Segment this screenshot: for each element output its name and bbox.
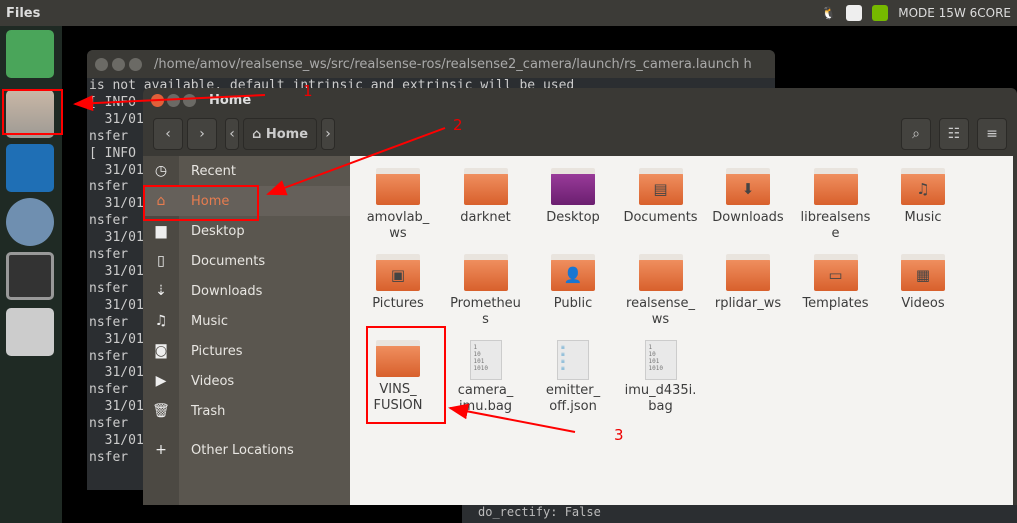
arrow-3 (448, 403, 576, 433)
annotation-overlay (2, 89, 576, 433)
highlight-box-vins (366, 326, 446, 424)
annotation-label: 2 (453, 116, 463, 134)
highlight-box-home (143, 185, 259, 221)
annotation-label: 1 (303, 82, 313, 100)
highlight-box-files (2, 89, 63, 135)
arrow-2 (266, 127, 446, 196)
annotation-label: 3 (614, 426, 624, 444)
arrow-1 (73, 94, 266, 112)
